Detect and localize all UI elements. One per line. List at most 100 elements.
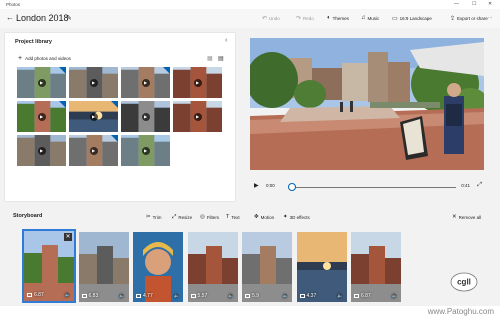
card-duration: 6.83 bbox=[81, 293, 99, 299]
thumbnail-image bbox=[78, 232, 129, 302]
video-play-icon: ▶ bbox=[193, 112, 202, 121]
header: ← London 2018 ✎ ↶ Undo ↷ Redo ◐ Themes ♫ Music ▭… bbox=[0, 9, 500, 28]
watermark-bar: www.Patoghu.com bbox=[0, 306, 500, 318]
storyboard-tool-5[interactable]: ✦ 3D effects bbox=[283, 214, 310, 220]
speaker-icon[interactable]: 🔈 bbox=[119, 293, 125, 299]
header-tool-0[interactable]: ↶ Undo bbox=[262, 15, 280, 22]
themes-icon: ◐ bbox=[327, 15, 331, 21]
library-thumbnail[interactable]: ▶ bbox=[17, 67, 66, 98]
thumbnail-image bbox=[187, 232, 238, 302]
storyboard-tool-4[interactable]: ✥ Motion bbox=[254, 214, 274, 220]
seek-thumb[interactable] bbox=[288, 183, 296, 191]
storyboard-card[interactable]: 6.87 🔈 bbox=[351, 232, 401, 302]
card-duration: 5.57 bbox=[190, 293, 208, 299]
aspect-ratio-icon: ▭ bbox=[392, 16, 398, 22]
preview-scene-image bbox=[250, 38, 484, 170]
header-tool-label: 16:9 Landscape bbox=[399, 16, 432, 21]
fullscreen-icon[interactable]: ⤢ bbox=[477, 182, 482, 189]
back-arrow-icon[interactable]: ← bbox=[6, 13, 14, 22]
header-tool-2[interactable]: ◐ Themes bbox=[327, 15, 349, 21]
speaker-icon[interactable]: 🔈 bbox=[283, 293, 289, 299]
library-thumbnail[interactable]: ▶ bbox=[69, 67, 118, 98]
add-photos-button[interactable]: + Add photos and videos bbox=[18, 55, 71, 62]
library-thumbnail[interactable]: ▶ bbox=[173, 101, 222, 132]
storyboard-card[interactable]: 4.37 🔈 bbox=[296, 232, 347, 302]
library-thumbnail[interactable]: ▶ bbox=[17, 135, 66, 166]
duration-label: 6.87 bbox=[34, 292, 44, 298]
list-view-icon[interactable]: ▤ bbox=[218, 55, 224, 62]
thumbnail-image bbox=[296, 232, 347, 302]
library-title: Project library bbox=[15, 39, 52, 45]
header-tool-1[interactable]: ↷ Redo bbox=[296, 15, 314, 22]
app-name: Photos bbox=[6, 2, 21, 7]
speaker-icon[interactable]: 🔈 bbox=[174, 293, 180, 299]
clip-icon bbox=[190, 294, 196, 298]
undo-icon: ↶ bbox=[262, 16, 268, 22]
clip-icon bbox=[81, 294, 87, 298]
video-play-icon: ▶ bbox=[193, 78, 202, 87]
storyboard-card[interactable]: 4.77 🔈 bbox=[133, 232, 183, 302]
playback-bar: ▶ 0:00 0:41 ⤢ bbox=[250, 180, 484, 192]
speaker-icon[interactable]: 🔈 bbox=[228, 293, 234, 299]
library-thumbnail[interactable]: ▶ bbox=[121, 101, 170, 132]
library-thumbnail[interactable]: ▶ bbox=[69, 135, 118, 166]
storyboard-tool-3[interactable]: T Text bbox=[226, 214, 240, 220]
thumbnail-image bbox=[133, 232, 183, 302]
grid-view-icon[interactable]: ▦ bbox=[207, 55, 213, 62]
duration-label: 4.77 bbox=[143, 293, 153, 299]
remove-card-button[interactable]: ✕ bbox=[64, 233, 72, 241]
header-tool-6[interactable]: ··· bbox=[488, 15, 493, 20]
speaker-icon[interactable]: 🔈 bbox=[337, 293, 343, 299]
thumbnail-image bbox=[242, 232, 292, 302]
storyboard-tool-1[interactable]: ⤢ Resize bbox=[172, 214, 192, 221]
music-icon: ♫ bbox=[361, 15, 366, 21]
header-tool-label: Music bbox=[367, 15, 380, 21]
collapse-chevron-icon[interactable]: ‹ bbox=[225, 37, 227, 44]
project-library-panel: Project library ‹ + Add photos and video… bbox=[5, 33, 235, 201]
clip-icon bbox=[299, 294, 305, 298]
text-icon: T bbox=[226, 214, 230, 220]
remove-all-button[interactable]: ✕ Remove all bbox=[452, 214, 481, 220]
library-thumbnail[interactable]: ▶ bbox=[69, 101, 118, 132]
video-play-icon: ▶ bbox=[37, 112, 46, 121]
maximize-button[interactable]: ☐ bbox=[472, 1, 476, 7]
title-bar: Photos — ☐ ✕ bbox=[0, 0, 500, 9]
library-thumbnail[interactable]: ▶ bbox=[121, 67, 170, 98]
seek-track[interactable] bbox=[292, 187, 456, 188]
play-icon[interactable]: ▶ bbox=[254, 182, 259, 189]
video-preview[interactable] bbox=[250, 38, 484, 170]
library-thumbnail[interactable]: ▶ bbox=[173, 67, 222, 98]
plus-icon: + bbox=[18, 55, 23, 62]
remove-all-label: Remove all bbox=[458, 214, 482, 220]
close-button[interactable]: ✕ bbox=[488, 1, 492, 7]
duration-label: 5.57 bbox=[197, 293, 208, 299]
storyboard-tool-label: Text bbox=[231, 214, 240, 220]
storyboard-tool-2[interactable]: ◎ Filters bbox=[200, 214, 219, 220]
storyboard-card[interactable]: 6.83 🔈 bbox=[78, 232, 129, 302]
header-tool-4[interactable]: ▭ 16:9 Landscape bbox=[392, 15, 432, 22]
duration-label: 6.83 bbox=[88, 293, 99, 299]
speaker-icon[interactable]: 🔈 bbox=[392, 293, 398, 299]
storyboard-title: Storyboard bbox=[13, 213, 43, 219]
pencil-icon[interactable]: ✎ bbox=[66, 14, 72, 22]
filters-icon: ◎ bbox=[200, 214, 205, 220]
card-duration: 5.9 bbox=[245, 293, 259, 299]
header-tool-5[interactable]: ⇪ Export or share bbox=[450, 15, 488, 22]
trim-icon: ✂ bbox=[146, 214, 151, 220]
storyboard-card[interactable]: 5.9 🔈 bbox=[242, 232, 292, 302]
storyboard-tool-label: Trim bbox=[152, 214, 162, 220]
storyboard-tool-0[interactable]: ✂ Trim bbox=[146, 214, 161, 220]
minimize-button[interactable]: — bbox=[454, 1, 459, 7]
header-tool-3[interactable]: ♫ Music bbox=[361, 15, 379, 21]
speaker-icon[interactable]: 🔈 bbox=[65, 292, 71, 298]
storyboard-card[interactable]: 5.57 🔈 bbox=[187, 232, 238, 302]
clip-icon bbox=[245, 294, 250, 298]
storyboard-card[interactable]: 6.87 🔈 ✕ bbox=[22, 229, 76, 303]
added-marker-icon bbox=[59, 101, 66, 108]
library-thumbnail[interactable]: ▶ bbox=[17, 101, 66, 132]
svg-text:cgll: cgll bbox=[457, 278, 471, 287]
added-marker-icon bbox=[163, 67, 170, 74]
project-title[interactable]: London 2018 bbox=[16, 13, 69, 23]
thumbnail-image bbox=[351, 232, 401, 302]
library-thumbnail[interactable]: ▶ bbox=[121, 135, 170, 166]
